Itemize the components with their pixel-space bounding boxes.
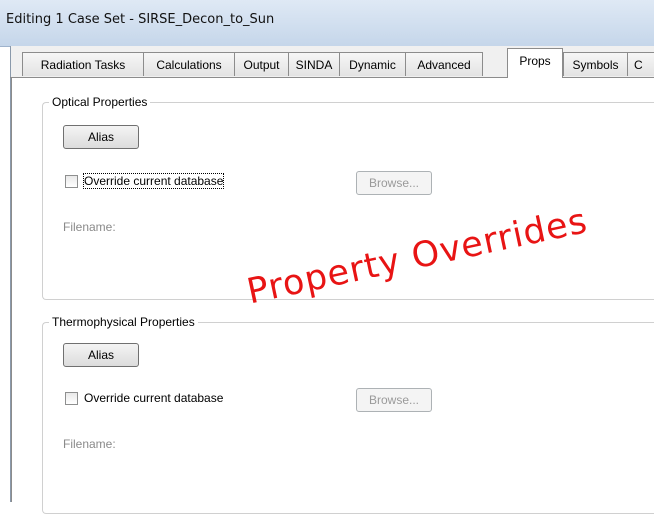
optical-override-label[interactable]: Override current database bbox=[82, 173, 225, 189]
optical-properties-legend: Optical Properties bbox=[49, 95, 151, 109]
thermo-filename-label: Filename: bbox=[63, 437, 116, 451]
tab-sinda[interactable]: SINDA bbox=[288, 52, 340, 76]
tab-calculations[interactable]: Calculations bbox=[143, 52, 235, 76]
thermo-alias-button[interactable]: Alias bbox=[63, 343, 139, 367]
thermophysical-properties-legend: Thermophysical Properties bbox=[49, 315, 198, 329]
tab-advanced[interactable]: Advanced bbox=[405, 52, 483, 76]
tab-props[interactable]: Props bbox=[507, 48, 563, 78]
optical-browse-button[interactable]: Browse... bbox=[356, 171, 432, 195]
thermo-override-checkbox[interactable] bbox=[65, 392, 78, 405]
window-titlebar: Editing 1 Case Set - SIRSE_Decon_to_Sun bbox=[0, 0, 654, 47]
tab-c[interactable]: C bbox=[627, 52, 654, 76]
window-title: Editing 1 Case Set - SIRSE_Decon_to_Sun bbox=[6, 12, 275, 27]
tab-strip: Radiation Tasks Calculations Output SIND… bbox=[10, 48, 654, 78]
tab-output[interactable]: Output bbox=[234, 52, 289, 76]
tab-symbols[interactable]: Symbols bbox=[563, 52, 628, 76]
optical-override-checkbox[interactable] bbox=[65, 175, 78, 188]
optical-alias-button[interactable]: Alias bbox=[63, 125, 139, 149]
thermo-browse-button[interactable]: Browse... bbox=[356, 388, 432, 412]
thermo-override-label[interactable]: Override current database bbox=[84, 391, 223, 405]
thermo-override-checkbox-row[interactable]: Override current database bbox=[65, 391, 265, 407]
optical-filename-label: Filename: bbox=[63, 220, 116, 234]
tab-dynamic[interactable]: Dynamic bbox=[339, 52, 406, 76]
optical-override-checkbox-row[interactable]: Override current database bbox=[65, 173, 265, 190]
thermophysical-properties-group: Thermophysical Properties Alias Override… bbox=[42, 315, 654, 514]
tab-radiation-tasks[interactable]: Radiation Tasks bbox=[22, 52, 144, 76]
